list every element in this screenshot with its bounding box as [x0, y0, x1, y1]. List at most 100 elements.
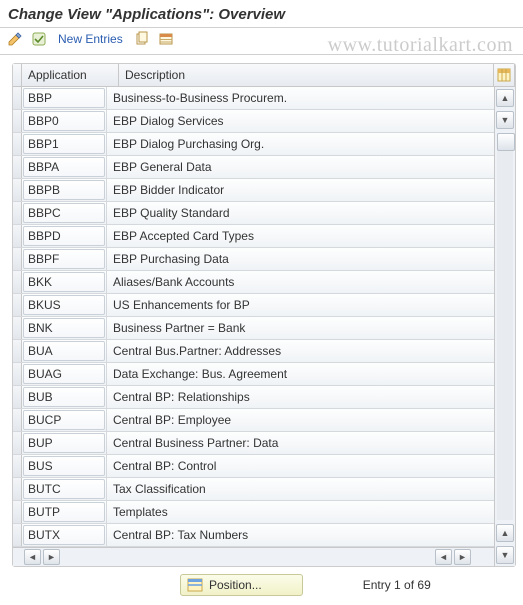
row-handle[interactable] [13, 432, 22, 454]
table-row[interactable]: Central BP: Control [13, 455, 494, 478]
application-input[interactable] [23, 111, 105, 131]
application-input[interactable] [23, 364, 105, 384]
table-row[interactable]: Tax Classification [13, 478, 494, 501]
column-header-application[interactable]: Application [22, 64, 119, 86]
row-handle[interactable] [13, 409, 22, 431]
cell-description: Tax Classification [107, 478, 494, 500]
select-all-icon[interactable] [30, 30, 48, 48]
cell-application [22, 455, 107, 477]
table-row[interactable]: Central BP: Relationships [13, 386, 494, 409]
scroll-up-icon[interactable]: ▲ [496, 89, 514, 107]
row-handle[interactable] [13, 501, 22, 523]
row-handle[interactable] [13, 524, 22, 546]
cell-description: EBP Dialog Purchasing Org. [107, 133, 494, 155]
table-row[interactable]: EBP Accepted Card Types [13, 225, 494, 248]
new-entries-button[interactable]: New Entries [54, 32, 127, 46]
page-title: Change View "Applications": Overview [8, 6, 285, 23]
row-handle[interactable] [13, 363, 22, 385]
scroll-track[interactable] [497, 133, 513, 520]
cell-description: Central BP: Control [107, 455, 494, 477]
table-row[interactable]: Templates [13, 501, 494, 524]
application-input[interactable] [23, 525, 105, 545]
table-row[interactable]: EBP Dialog Services [13, 110, 494, 133]
application-input[interactable] [23, 134, 105, 154]
application-input[interactable] [23, 502, 105, 522]
position-icon [187, 578, 203, 592]
column-header-description[interactable]: Description [119, 64, 494, 86]
application-input[interactable] [23, 479, 105, 499]
scroll-thumb[interactable] [497, 133, 515, 151]
application-input[interactable] [23, 295, 105, 315]
row-handle[interactable] [13, 225, 22, 247]
table-row[interactable]: EBP Dialog Purchasing Org. [13, 133, 494, 156]
row-handle[interactable] [13, 386, 22, 408]
table-row[interactable]: Business Partner = Bank [13, 317, 494, 340]
application-input[interactable] [23, 341, 105, 361]
row-handle[interactable] [13, 248, 22, 270]
cell-description: EBP Dialog Services [107, 110, 494, 132]
row-handle[interactable] [13, 478, 22, 500]
table-row[interactable]: Central Bus.Partner: Addresses [13, 340, 494, 363]
application-input[interactable] [23, 157, 105, 177]
cell-description: EBP Quality Standard [107, 202, 494, 224]
position-button[interactable]: Position... [180, 574, 303, 596]
table-row[interactable]: EBP Quality Standard [13, 202, 494, 225]
application-input[interactable] [23, 88, 105, 108]
scroll-bottom-down-icon[interactable]: ▼ [496, 546, 514, 564]
cell-description: Central Bus.Partner: Addresses [107, 340, 494, 362]
scroll-right-icon[interactable]: ► [43, 549, 60, 565]
toggle-display-change-icon[interactable] [6, 30, 24, 48]
row-handle[interactable] [13, 340, 22, 362]
scroll-bottom-up-icon[interactable]: ▲ [496, 524, 514, 542]
applications-grid: Application Description Business-to-Busi… [12, 63, 516, 567]
application-input[interactable] [23, 387, 105, 407]
scroll-left2-icon[interactable]: ◄ [435, 549, 452, 565]
row-handle[interactable] [13, 455, 22, 477]
row-handle[interactable] [13, 110, 22, 132]
row-handle[interactable] [13, 202, 22, 224]
table-row[interactable]: US Enhancements for BP [13, 294, 494, 317]
application-input[interactable] [23, 318, 105, 338]
table-row[interactable]: Business-to-Business Procurem. [13, 87, 494, 110]
table-settings-icon[interactable] [494, 64, 515, 86]
vertical-scrollbar[interactable]: ▲ ▼ ▲ ▼ [494, 87, 515, 566]
row-handle[interactable] [13, 317, 22, 339]
application-input[interactable] [23, 226, 105, 246]
cell-description: Aliases/Bank Accounts [107, 271, 494, 293]
application-input[interactable] [23, 410, 105, 430]
application-input[interactable] [23, 180, 105, 200]
scroll-down-icon[interactable]: ▼ [496, 111, 514, 129]
cell-application [22, 524, 107, 546]
copy-as-icon[interactable] [133, 30, 151, 48]
table-row[interactable]: EBP General Data [13, 156, 494, 179]
application-input[interactable] [23, 249, 105, 269]
scroll-right2-icon[interactable]: ► [454, 549, 471, 565]
row-selector-header[interactable] [13, 64, 22, 86]
cell-application [22, 202, 107, 224]
row-handle[interactable] [13, 179, 22, 201]
horizontal-scrollbar[interactable]: ◄ ► ◄ ► [13, 547, 494, 566]
scroll-left-icon[interactable]: ◄ [24, 549, 41, 565]
table-row[interactable]: Data Exchange: Bus. Agreement [13, 363, 494, 386]
cell-description: Central BP: Employee [107, 409, 494, 431]
cell-description: Central Business Partner: Data [107, 432, 494, 454]
table-row[interactable]: Central BP: Tax Numbers [13, 524, 494, 547]
table-row[interactable]: EBP Purchasing Data [13, 248, 494, 271]
row-handle[interactable] [13, 271, 22, 293]
row-handle[interactable] [13, 133, 22, 155]
table-row[interactable]: Central Business Partner: Data [13, 432, 494, 455]
table-row[interactable]: EBP Bidder Indicator [13, 179, 494, 202]
cell-description: Central BP: Relationships [107, 386, 494, 408]
application-input[interactable] [23, 456, 105, 476]
delimit-icon[interactable] [157, 30, 175, 48]
table-row[interactable]: Central BP: Employee [13, 409, 494, 432]
application-input[interactable] [23, 272, 105, 292]
row-handle[interactable] [13, 87, 22, 109]
row-handle[interactable] [13, 156, 22, 178]
application-input[interactable] [23, 433, 105, 453]
table-row[interactable]: Aliases/Bank Accounts [13, 271, 494, 294]
separator [0, 54, 523, 55]
row-handle[interactable] [13, 294, 22, 316]
cell-description: EBP Accepted Card Types [107, 225, 494, 247]
application-input[interactable] [23, 203, 105, 223]
